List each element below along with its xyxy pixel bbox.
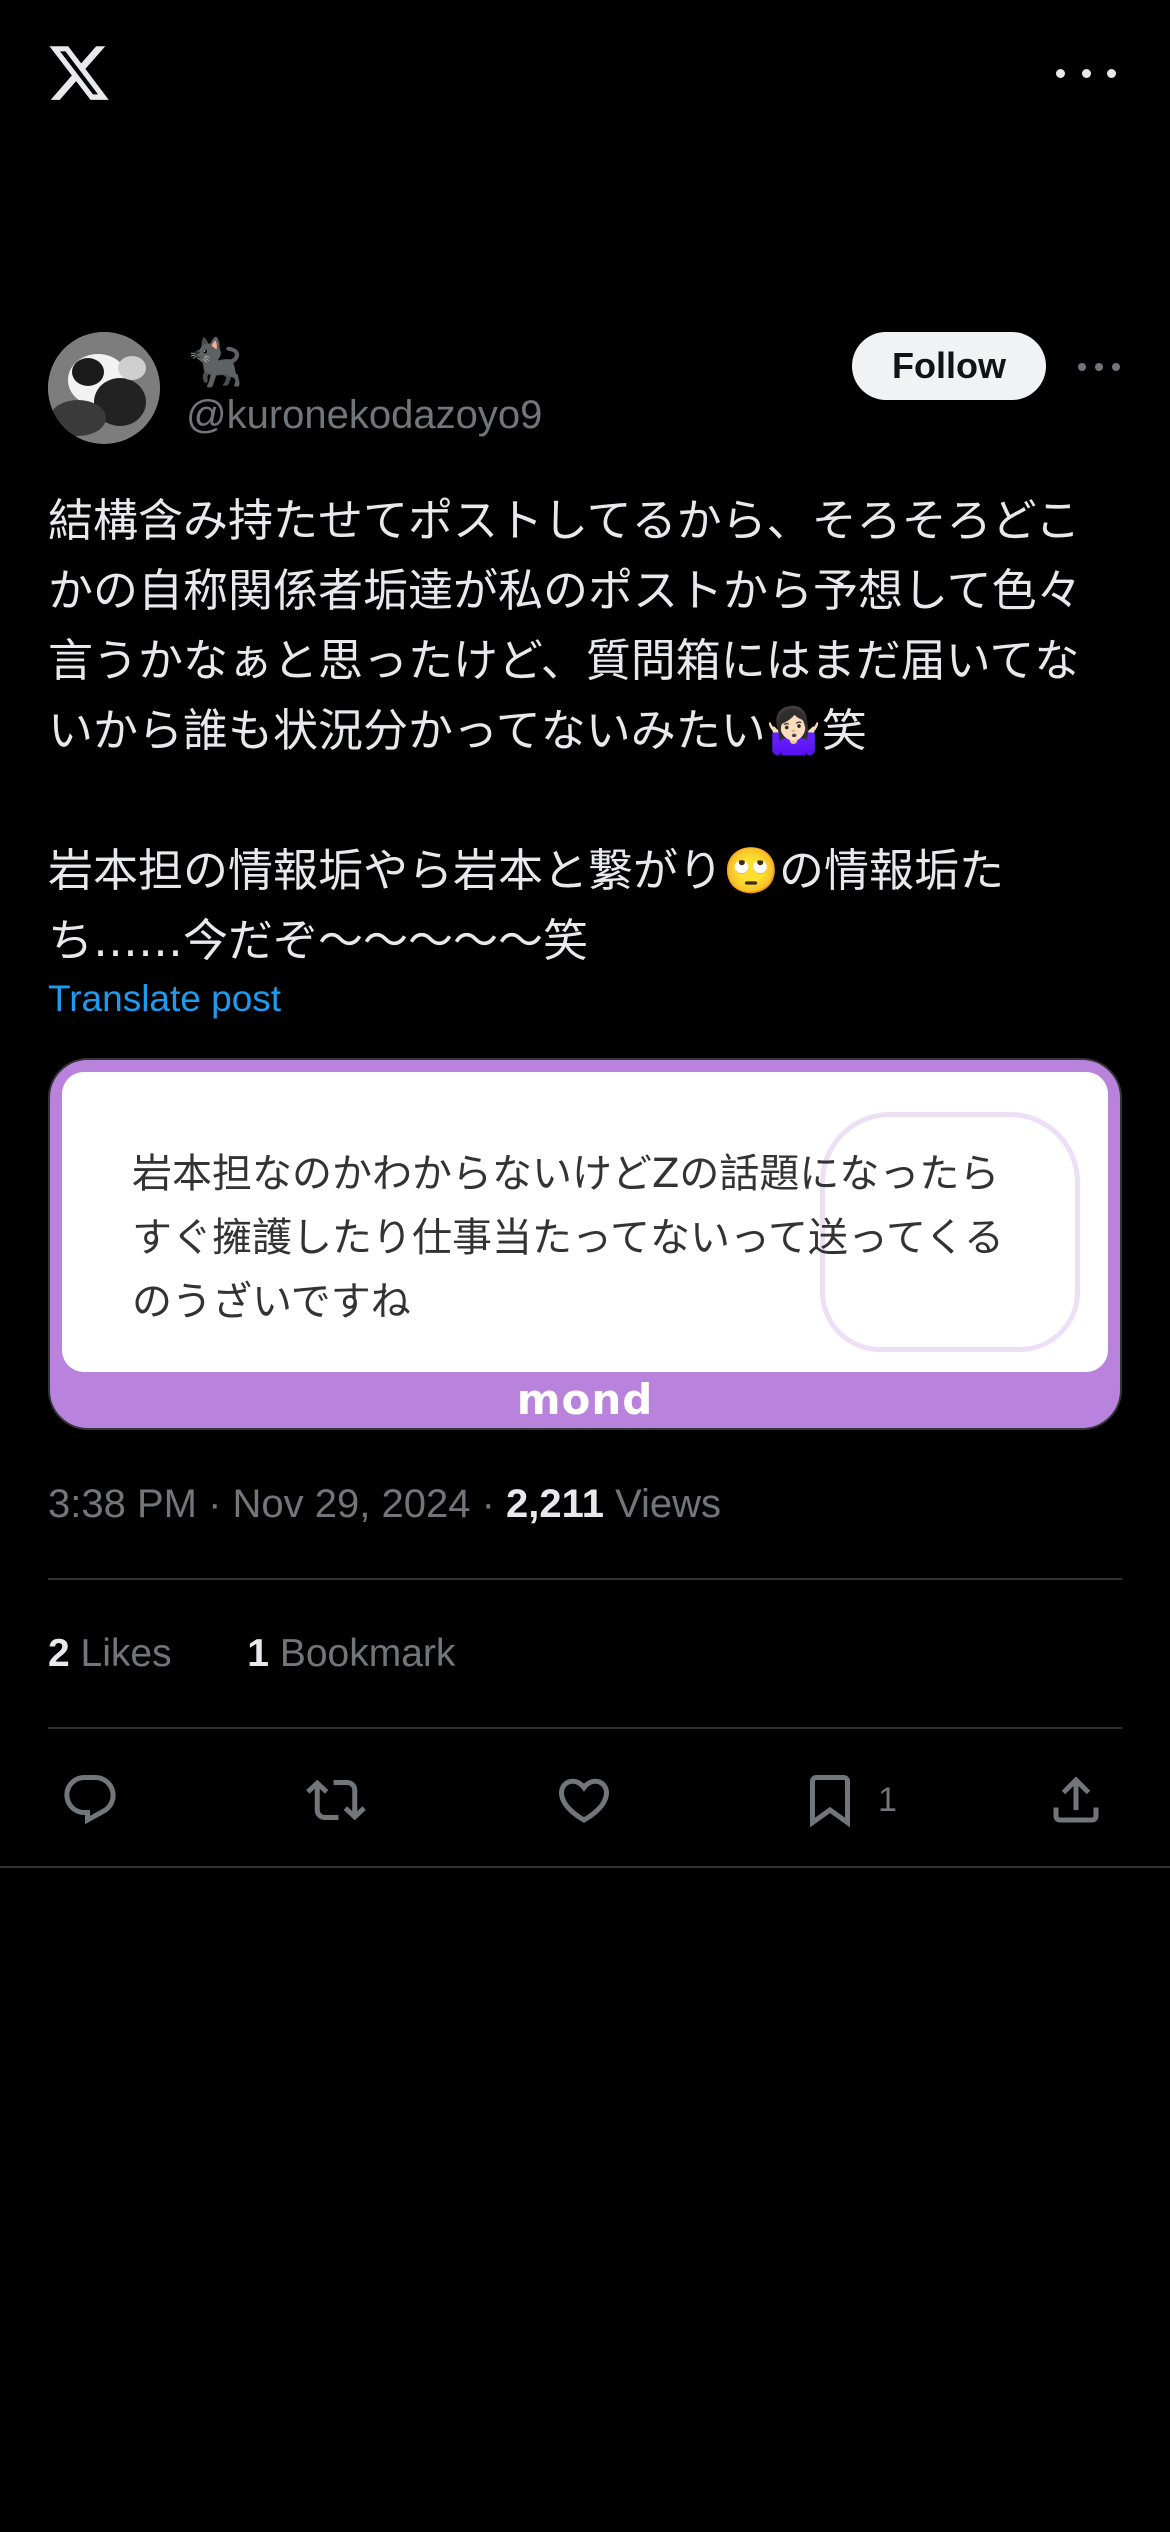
action-bar: 1 — [48, 1768, 1122, 1832]
bookmark-button[interactable]: 1 — [800, 1768, 897, 1832]
views-count: 2,211 — [506, 1482, 604, 1526]
bookmarks-stat[interactable]: 1 Bookmark — [247, 1632, 455, 1675]
like-button[interactable] — [554, 1768, 614, 1832]
engagement-stats: 2 Likes 1 Bookmark — [48, 1626, 455, 1682]
x-logo-icon[interactable] — [46, 40, 112, 106]
share-button[interactable] — [1046, 1768, 1106, 1832]
avatar[interactable] — [48, 332, 160, 444]
heart-icon — [558, 1778, 610, 1823]
reply-button[interactable] — [60, 1768, 120, 1832]
post-meta: 3:38 PM · Nov 29, 2024 · 2,211 Views — [48, 1482, 722, 1526]
follow-button[interactable]: Follow — [852, 332, 1046, 400]
brand-logo: mond — [516, 1375, 654, 1424]
divider — [48, 1727, 1122, 1729]
translate-post-link[interactable]: Translate post — [48, 976, 281, 1022]
divider — [0, 1866, 1170, 1868]
bookmark-icon — [810, 1775, 850, 1828]
top-bar — [0, 0, 1170, 150]
question-card: 岩本担なのかわからないけどZの話題になったらすぐ擁護したり仕事当たってないって送… — [62, 1072, 1108, 1372]
more-horizontal-icon[interactable] — [1078, 360, 1120, 374]
repost-button[interactable] — [306, 1768, 366, 1832]
avatar-image — [48, 332, 160, 444]
more-horizontal-icon[interactable] — [1056, 56, 1116, 90]
share-icon — [1053, 1776, 1099, 1823]
post-media[interactable]: 岩本担なのかわからないけどZの話題になったらすぐ擁護したり仕事当たってないって送… — [48, 1058, 1122, 1430]
user-handle[interactable]: @kuronekodazoyo9 — [186, 390, 542, 440]
views-label: Views — [615, 1482, 722, 1526]
display-name[interactable]: 🐈‍⬛ — [186, 334, 243, 390]
question-text: 岩本担なのかわからないけどZの話題になったらすぐ擁護したり仕事当たってないって送… — [132, 1151, 1004, 1325]
divider — [48, 1578, 1122, 1580]
post-author: 🐈‍⬛ @kuronekodazoyo9 Follow — [48, 332, 1122, 448]
likes-stat[interactable]: 2 Likes — [48, 1632, 172, 1675]
reply-icon — [64, 1775, 116, 1825]
post-date[interactable]: Nov 29, 2024 — [233, 1482, 471, 1526]
post-text: 結構含み持たせてポストしてるから、そろそろどこかの自称関係者垢達が私のポストから… — [48, 494, 1082, 967]
post-time[interactable]: 3:38 PM — [48, 1482, 197, 1526]
repost-icon — [306, 1779, 366, 1821]
bookmark-count: 1 — [878, 1780, 897, 1819]
